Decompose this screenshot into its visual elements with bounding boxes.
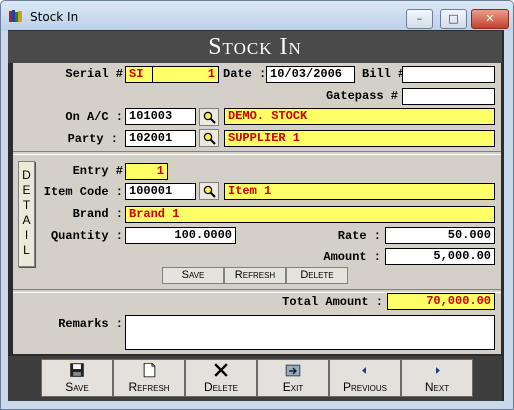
arrow-right-icon bbox=[436, 367, 440, 374]
refresh-button[interactable]: Refresh bbox=[113, 359, 185, 397]
detail-save-button[interactable]: Save bbox=[162, 267, 224, 284]
next-button-label: Next bbox=[424, 380, 450, 394]
serial-label: Serial # bbox=[65, 67, 123, 81]
remarks-textarea[interactable] bbox=[125, 315, 495, 350]
window-title: Stock In bbox=[30, 10, 79, 24]
brand-label: Brand : bbox=[72, 207, 123, 221]
rate-field[interactable]: 50.000 bbox=[385, 227, 495, 244]
serial-prefix-field[interactable]: SI bbox=[125, 66, 153, 83]
separator bbox=[13, 151, 501, 155]
form-header: Stock In bbox=[8, 31, 502, 63]
delete-button-label: Delete bbox=[203, 380, 238, 394]
onac-code-field[interactable]: 101003 bbox=[125, 108, 196, 125]
refresh-button-label: Refresh bbox=[128, 380, 170, 394]
amount-field[interactable]: 5,000.00 bbox=[385, 248, 495, 265]
next-button[interactable]: Next bbox=[401, 359, 473, 397]
date-label: Date : bbox=[223, 67, 267, 81]
detail-tab[interactable]: D E T A I L bbox=[18, 161, 35, 267]
quantity-field[interactable]: 100.0000 bbox=[125, 227, 236, 244]
detail-tab-letter: T bbox=[22, 198, 31, 212]
party-label: Party : bbox=[67, 132, 118, 146]
detail-tab-letter: L bbox=[23, 243, 30, 257]
document-icon bbox=[143, 363, 156, 378]
maximize-button[interactable]: □ bbox=[440, 9, 467, 29]
exit-button-label: Exit bbox=[282, 380, 304, 394]
brand-field[interactable]: Brand 1 bbox=[125, 206, 495, 223]
save-button[interactable]: Save bbox=[41, 359, 113, 397]
exit-button[interactable]: Exit bbox=[257, 359, 329, 397]
close-button[interactable]: ✕ bbox=[471, 9, 509, 29]
books-icon bbox=[9, 10, 22, 22]
onac-search-button[interactable] bbox=[199, 108, 219, 126]
amount-label: Amount : bbox=[323, 250, 381, 264]
rate-label: Rate : bbox=[337, 229, 381, 243]
detail-tab-letter: D bbox=[22, 168, 31, 182]
total-amount-field: 70,000.00 bbox=[387, 293, 495, 310]
gatepass-field[interactable] bbox=[402, 88, 495, 105]
remarks-label: Remarks : bbox=[58, 317, 123, 331]
arrow-left-icon bbox=[362, 367, 366, 374]
detail-tab-letter: E bbox=[22, 183, 31, 197]
total-amount-label: Total Amount : bbox=[282, 295, 383, 309]
delete-button[interactable]: Delete bbox=[185, 359, 257, 397]
title-bar[interactable]: Stock In – □ ✕ bbox=[1, 1, 513, 31]
x-icon bbox=[214, 363, 228, 377]
previous-button[interactable]: Previous bbox=[329, 359, 401, 397]
serial-number-field[interactable]: 1 bbox=[152, 66, 219, 83]
detail-tab-letter: I bbox=[24, 228, 29, 242]
item-search-button[interactable] bbox=[199, 182, 219, 200]
onac-name-field[interactable]: DEMO. STOCK bbox=[224, 108, 495, 125]
date-field[interactable]: 10/03/2006 bbox=[266, 66, 355, 83]
item-code-label: Item Code : bbox=[43, 185, 123, 199]
detail-delete-button[interactable]: Delete bbox=[286, 267, 348, 284]
minimize-button[interactable]: – bbox=[406, 9, 433, 29]
form-title: Stock In bbox=[208, 34, 302, 60]
quantity-label: Quantity : bbox=[50, 229, 123, 243]
entry-number-field[interactable]: 1 bbox=[125, 163, 168, 180]
item-name-field[interactable]: Item 1 bbox=[224, 183, 495, 200]
gatepass-label: Gatepass # bbox=[325, 89, 398, 103]
magnifier-icon bbox=[203, 132, 216, 145]
detail-refresh-button[interactable]: Refresh bbox=[224, 267, 286, 284]
item-code-field[interactable]: 100001 bbox=[125, 183, 196, 200]
exit-icon bbox=[285, 364, 301, 377]
magnifier-icon bbox=[203, 111, 216, 124]
save-button-label: Save bbox=[65, 380, 89, 394]
detail-tab-letter: A bbox=[22, 213, 31, 227]
floppy-disk-icon bbox=[70, 363, 84, 377]
bill-field[interactable] bbox=[402, 66, 495, 83]
party-code-field[interactable]: 102001 bbox=[125, 130, 196, 147]
bill-label: Bill # bbox=[362, 67, 406, 81]
entry-label: Entry # bbox=[72, 164, 123, 178]
onac-label: On A/C : bbox=[65, 110, 123, 124]
party-search-button[interactable] bbox=[199, 129, 219, 147]
magnifier-icon bbox=[203, 185, 216, 198]
previous-button-label: Previous bbox=[342, 380, 387, 394]
party-name-field[interactable]: SUPPLIER 1 bbox=[224, 130, 495, 147]
